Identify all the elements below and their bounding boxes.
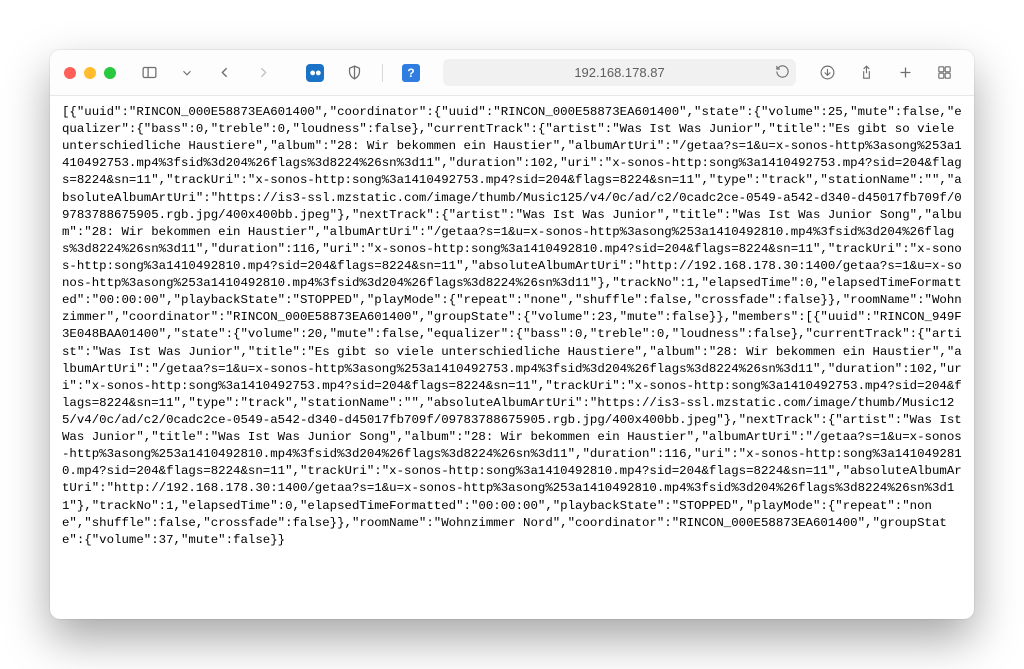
forward-button[interactable] xyxy=(248,60,279,86)
window-controls xyxy=(64,67,116,79)
downloads-button[interactable] xyxy=(812,60,843,86)
shield-icon xyxy=(346,64,363,81)
download-icon xyxy=(819,64,836,81)
grid-icon xyxy=(936,64,953,81)
minimize-window-button[interactable] xyxy=(84,67,96,79)
chevron-left-icon xyxy=(216,64,233,81)
toolbar: ●● ? 192.168.178.87 xyxy=(50,50,974,96)
new-tab-button[interactable] xyxy=(890,60,921,86)
onepassword-button[interactable]: ●● xyxy=(299,60,331,86)
address-bar[interactable]: 192.168.178.87 xyxy=(443,59,796,86)
reload-button[interactable] xyxy=(775,64,790,82)
maximize-window-button[interactable] xyxy=(104,67,116,79)
page-content: [{"uuid":"RINCON_000E58873EA601400","coo… xyxy=(50,96,974,619)
close-window-button[interactable] xyxy=(64,67,76,79)
address-text: 192.168.178.87 xyxy=(574,65,664,80)
sidebar-icon xyxy=(141,64,158,81)
sidebar-toggle-button[interactable] xyxy=(134,60,165,86)
browser-window: ●● ? 192.168.178.87 xyxy=(50,50,974,619)
plus-icon xyxy=(897,64,914,81)
dropdown-button[interactable] xyxy=(173,60,201,86)
onepassword-icon: ●● xyxy=(306,64,324,82)
reload-icon xyxy=(775,64,790,79)
tab-overview-button[interactable] xyxy=(929,60,960,86)
share-button[interactable] xyxy=(851,60,882,86)
back-button[interactable] xyxy=(209,60,240,86)
chevron-right-icon xyxy=(255,64,272,81)
privacy-report-button[interactable] xyxy=(339,60,370,86)
separator xyxy=(382,64,383,82)
help-extension-button[interactable]: ? xyxy=(395,60,427,86)
chevron-down-icon xyxy=(180,66,194,80)
share-icon xyxy=(858,64,875,81)
question-icon: ? xyxy=(402,64,420,82)
